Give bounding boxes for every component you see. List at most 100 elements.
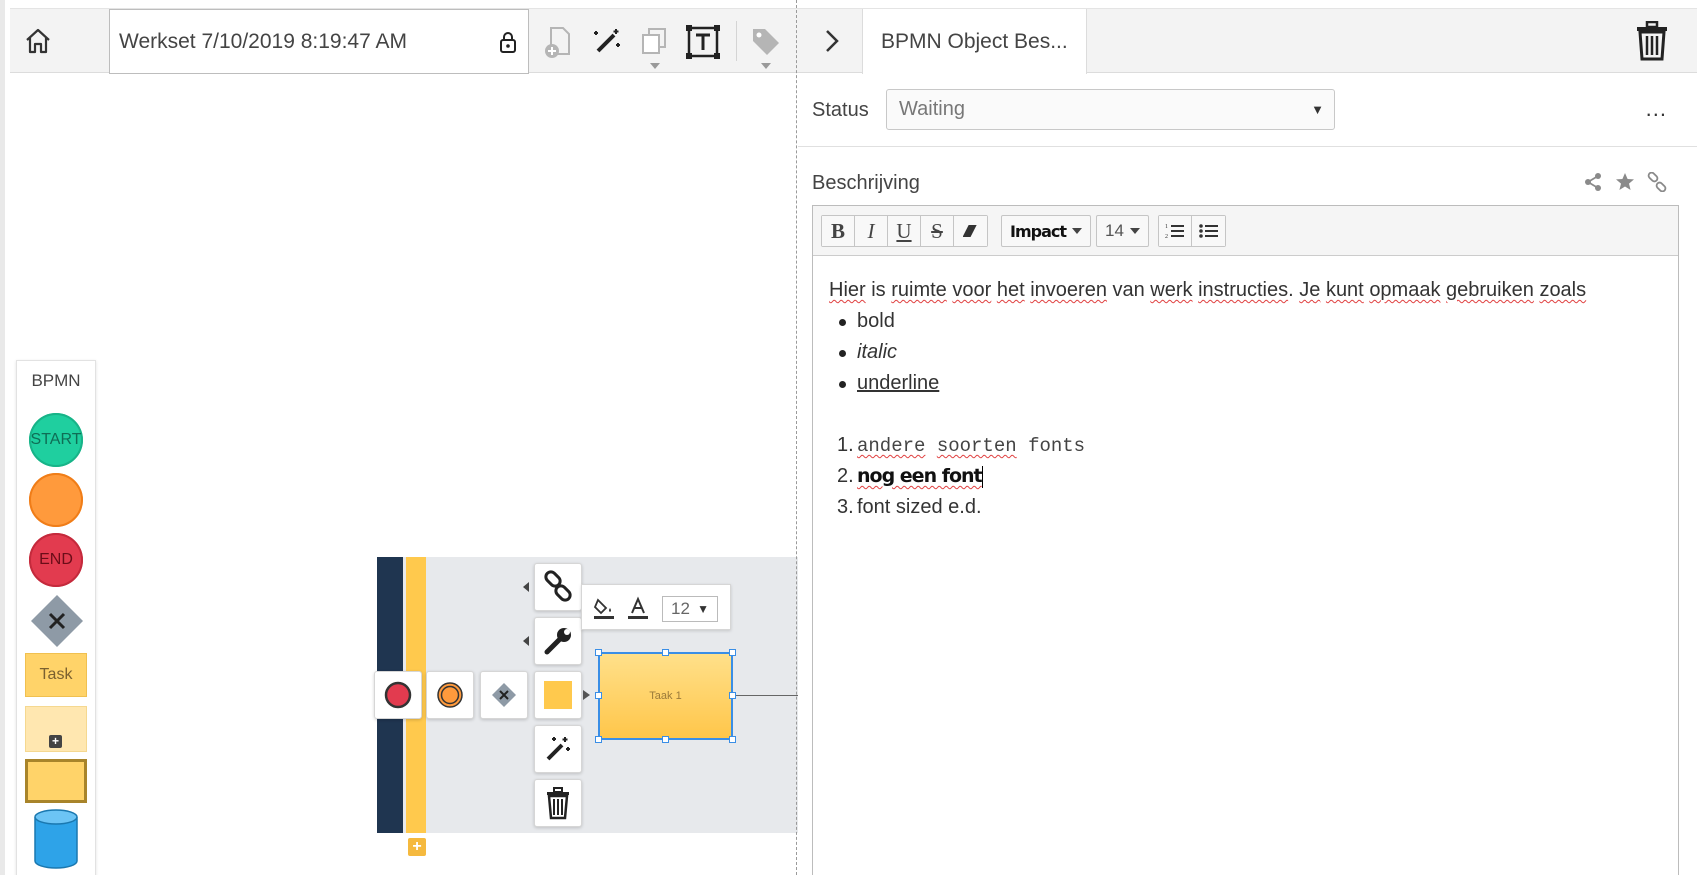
bullet-text: italic: [857, 341, 898, 363]
text-word: instructies: [1198, 279, 1289, 301]
chevron-right-icon: [826, 30, 839, 52]
editor-content[interactable]: Hier is ruimte voor het invoeren van wer…: [813, 257, 1678, 541]
star-icon[interactable]: [1615, 172, 1635, 197]
font-name-select[interactable]: Impact: [1001, 215, 1092, 247]
svg-text:1: 1: [1165, 224, 1168, 230]
add-lane-button[interactable]: +: [408, 838, 426, 856]
text-word: ruimte: [891, 279, 947, 301]
svg-text:2: 2: [1165, 234, 1168, 240]
append-intermediate-event-button[interactable]: [426, 671, 474, 719]
italic-button[interactable]: I: [855, 216, 888, 246]
werkset-title: Werkset 7/10/2019 8:19:47 AM: [119, 29, 407, 53]
task-shape[interactable]: Taak 1: [595, 649, 736, 743]
werkset-title-field[interactable]: Werkset 7/10/2019 8:19:47 AM: [109, 9, 529, 74]
underline-button[interactable]: U: [888, 216, 921, 246]
magic-wand-icon[interactable]: [586, 21, 628, 63]
resize-handle[interactable]: [729, 692, 736, 699]
font-size-select[interactable]: 12 ▼: [662, 596, 718, 622]
empty-line: [827, 399, 1664, 430]
text-word: andere: [857, 435, 926, 457]
append-task-button[interactable]: [534, 671, 582, 719]
list-number: 3.: [837, 496, 854, 518]
resize-handle[interactable]: [595, 736, 602, 743]
fill-color-icon[interactable]: [592, 596, 616, 625]
resize-handle[interactable]: [662, 649, 669, 656]
auto-layout-button[interactable]: [534, 725, 582, 773]
list-number: 2.: [837, 465, 854, 487]
lock-icon[interactable]: [498, 30, 518, 60]
task-icon: [544, 681, 572, 709]
bullet-icon: [839, 319, 846, 326]
intermediate-event-tool[interactable]: [29, 473, 83, 527]
call-activity-tool[interactable]: [25, 759, 87, 803]
collapse-panel-button[interactable]: [816, 25, 848, 57]
strikethrough-button[interactable]: S: [921, 216, 954, 246]
resize-handle[interactable]: [729, 649, 736, 656]
caret-left-icon: [523, 582, 529, 592]
resize-handle[interactable]: [729, 736, 736, 743]
bullet-list-icon: [1198, 224, 1218, 238]
data-store-tool[interactable]: [33, 809, 79, 869]
ordered-list-button[interactable]: 12: [1159, 216, 1192, 246]
gateway-icon: [31, 595, 83, 647]
text-frame-icon[interactable]: [682, 21, 724, 63]
gateway-tool[interactable]: [29, 593, 85, 649]
resize-handle[interactable]: [662, 736, 669, 743]
resize-handle[interactable]: [595, 649, 602, 656]
toolbar-divider: [736, 21, 737, 61]
bullet-text: underline: [857, 372, 940, 394]
text-word: Hier: [829, 279, 866, 301]
panel-splitter[interactable]: [796, 0, 797, 875]
task-tool[interactable]: Task: [25, 653, 87, 697]
text-word: het: [996, 279, 1025, 301]
clear-format-button[interactable]: [954, 216, 987, 246]
properties-panel: BPMN Object Bes... Status Waiting ▼ ... …: [798, 0, 1697, 875]
copy-shapes-icon[interactable]: [634, 21, 676, 69]
bold-button[interactable]: B: [822, 216, 855, 246]
text-word: voor: [952, 279, 992, 301]
bullet-list-button[interactable]: [1192, 216, 1225, 246]
delete-shape-button[interactable]: [534, 779, 582, 827]
resize-handle[interactable]: [595, 692, 602, 699]
font-size-value: 14: [1105, 221, 1124, 240]
share-icon[interactable]: [1583, 172, 1603, 197]
text-word: soorten: [936, 435, 1017, 457]
text-word: .: [1288, 279, 1300, 301]
text-word: werk: [1150, 279, 1193, 301]
intro-paragraph: Hier is ruimte voor het invoeren van wer…: [827, 275, 1664, 306]
list-item: bold: [827, 306, 1664, 337]
add-document-icon[interactable]: [538, 21, 580, 63]
subprocess-tool[interactable]: +: [25, 706, 87, 752]
list-item: underline: [827, 368, 1664, 399]
end-event-tool[interactable]: END: [29, 533, 83, 587]
bullet-text: bold: [857, 310, 895, 332]
home-button[interactable]: [16, 19, 60, 63]
end-event-label: END: [39, 551, 73, 568]
font-size-select[interactable]: 14: [1096, 215, 1149, 247]
text-word: kunt: [1325, 279, 1364, 301]
text-color-icon[interactable]: [626, 596, 650, 625]
panel-header: BPMN Object Bes...: [798, 8, 1697, 74]
tag-icon[interactable]: [745, 21, 787, 69]
tab-bpmn-object[interactable]: BPMN Object Bes...: [862, 9, 1087, 74]
link-icon[interactable]: [1647, 171, 1667, 197]
start-event-tool[interactable]: START: [29, 413, 83, 467]
text-cursor: [981, 465, 983, 488]
status-select[interactable]: Waiting ▼: [886, 89, 1335, 130]
list-text: font sized e.d.: [857, 496, 982, 518]
delete-object-button[interactable]: [1635, 20, 1669, 66]
chevron-down-icon: [1072, 228, 1083, 234]
more-options-button[interactable]: ...: [1646, 96, 1667, 122]
properties-button[interactable]: [534, 617, 582, 665]
caret-left-icon: [523, 636, 529, 646]
intermediate-event-icon: [437, 682, 463, 708]
append-gateway-button[interactable]: [480, 671, 528, 719]
append-end-event-button[interactable]: [374, 671, 422, 719]
rich-text-editor: B I U S Impact 14 12 Hier is ruimte voor…: [812, 205, 1679, 875]
diagram-toolbar: Werkset 7/10/2019 8:19:47 AM: [10, 8, 801, 74]
sequence-flow[interactable]: [733, 695, 801, 696]
gateway-icon: [492, 683, 516, 707]
connect-button[interactable]: [534, 563, 582, 611]
text-style-group: B I U S: [821, 215, 988, 247]
database-icon: [34, 809, 78, 869]
